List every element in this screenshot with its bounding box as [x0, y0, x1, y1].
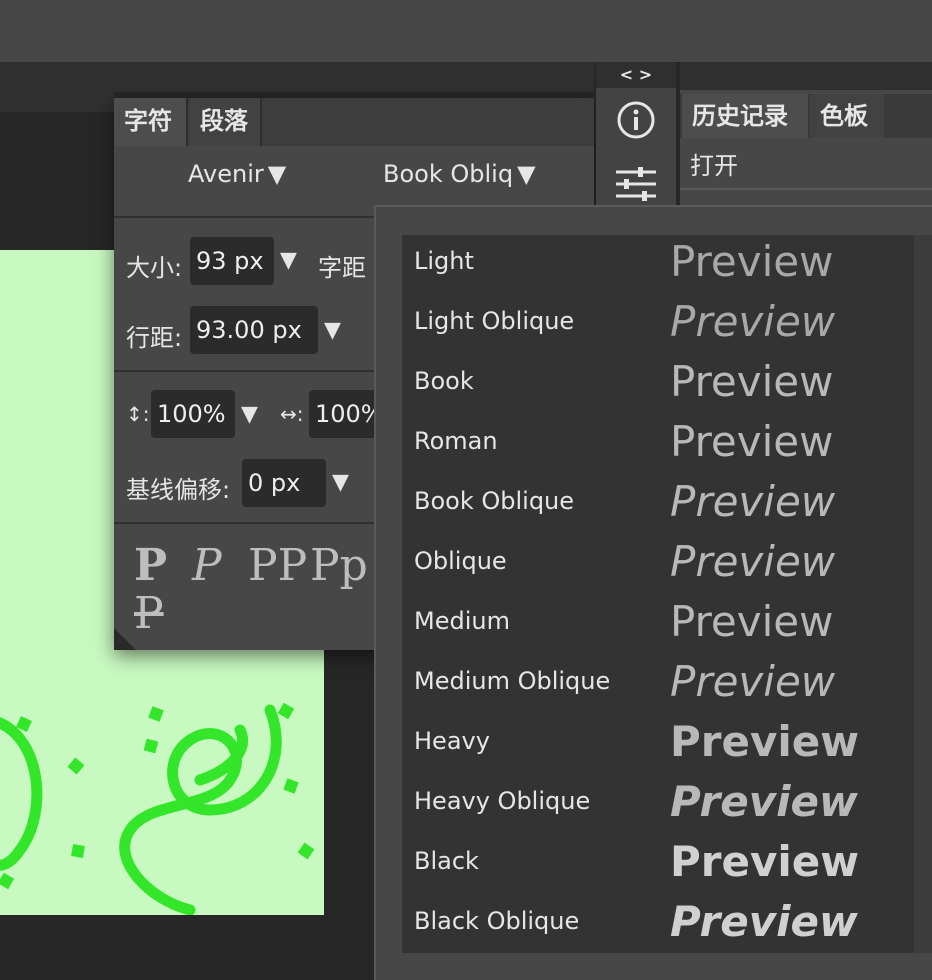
style-option-preview: Preview	[670, 777, 858, 826]
baseline-shift-label: 基线偏移:	[126, 476, 231, 504]
style-option-label: Medium Oblique	[414, 667, 611, 695]
vertical-scale-arrow[interactable]: ▼	[241, 402, 258, 427]
confetti-4	[67, 757, 85, 775]
style-option-label: Black	[414, 847, 479, 875]
confetti-3	[143, 738, 159, 754]
style-option-preview: Preview	[670, 537, 836, 586]
font-style-dropdown[interactable]: Book Obliq ▼	[383, 160, 536, 188]
style-option[interactable]: Medium Oblique Preview	[402, 655, 914, 715]
all-caps-button[interactable]: PP	[248, 540, 307, 591]
small-caps-button[interactable]: Pp	[310, 540, 368, 591]
style-option-label: Roman	[414, 427, 498, 455]
character-panel-tabs: 字符 段落	[114, 98, 594, 146]
confetti-7	[297, 842, 315, 860]
strikethrough-button[interactable]: P	[134, 588, 164, 639]
vertical-scale-label: ↕:	[126, 402, 150, 426]
baseline-shift-input[interactable]: 0 px	[242, 459, 326, 507]
confetti-1	[148, 706, 164, 722]
style-option-preview: Preview	[670, 297, 836, 346]
style-option[interactable]: Book Preview	[402, 355, 914, 415]
document-tab-strip	[0, 92, 114, 112]
tab-paragraph[interactable]: 段落	[190, 98, 262, 146]
confetti-9	[0, 872, 15, 890]
style-option-preview: Preview	[670, 477, 836, 526]
confetti-8	[71, 844, 85, 858]
style-option-preview: Preview	[670, 837, 860, 886]
panel-icon-strip: < >	[596, 62, 676, 210]
swirl-left	[0, 717, 43, 871]
style-option-label: Book Oblique	[414, 487, 575, 515]
font-style-list: Light Preview Light Oblique Preview Book Prev…	[402, 235, 914, 953]
style-option[interactable]: Heavy Oblique Preview	[402, 775, 914, 835]
baseline-shift-arrow[interactable]: ▼	[332, 470, 349, 495]
style-option-label: Black Oblique	[414, 907, 580, 935]
style-option-preview: Preview	[670, 897, 858, 946]
leading-input[interactable]: 93.00 px	[190, 306, 318, 354]
faux-italic-button[interactable]: P	[192, 540, 222, 591]
leading-label: 行距:	[126, 324, 183, 352]
style-option-preview: Preview	[670, 597, 834, 646]
font-family-value: Avenir	[188, 160, 264, 188]
resize-handle[interactable]	[114, 628, 136, 650]
faux-bold-button[interactable]: P	[134, 540, 167, 591]
history-panel: 历史记录 色板 打开	[680, 62, 932, 210]
chevron-down-icon: ▼	[517, 160, 536, 188]
style-option-label: Light Oblique	[414, 307, 575, 335]
horizontal-scale-input[interactable]: 100%	[309, 390, 384, 438]
info-icon[interactable]	[616, 100, 656, 144]
font-style-value: Book Obliq	[383, 160, 514, 188]
style-option[interactable]: Black Preview	[402, 835, 914, 895]
tracking-label: 字距	[318, 254, 366, 282]
style-option-label: Medium	[414, 607, 510, 635]
collapse-toggle[interactable]: < >	[596, 62, 676, 88]
horizontal-scale-label: ↔:	[280, 402, 304, 426]
tab-character[interactable]: 字符	[114, 98, 188, 146]
tab-swatches[interactable]: 色板	[810, 94, 884, 138]
history-panel-header	[680, 62, 932, 90]
sliders-icon[interactable]	[614, 164, 658, 208]
tab-history[interactable]: 历史记录	[682, 94, 808, 138]
chevron-down-icon: ▼	[267, 160, 287, 188]
popup-scrollbar[interactable]	[914, 235, 932, 953]
style-option[interactable]: Book Oblique Preview	[402, 475, 914, 535]
style-option[interactable]: Black Oblique Preview	[402, 895, 914, 955]
style-option-preview: Preview	[670, 417, 834, 466]
font-style-popup: Light Preview Light Oblique Preview Book Prev…	[374, 205, 932, 980]
top-bar	[0, 0, 932, 62]
style-option-label: Oblique	[414, 547, 507, 575]
confetti-2	[277, 702, 295, 720]
style-option[interactable]: Oblique Preview	[402, 535, 914, 595]
style-option[interactable]: Light Oblique Preview	[402, 295, 914, 355]
style-option-preview: Preview	[670, 657, 836, 706]
style-option[interactable]: Light Preview	[402, 235, 914, 295]
history-item[interactable]: 打开	[690, 146, 738, 181]
font-row: Avenir ▼ Book Obliq ▼	[114, 146, 594, 214]
style-option-label: Book	[414, 367, 474, 395]
divider	[680, 188, 932, 190]
confetti-6	[283, 778, 299, 794]
style-option[interactable]: Roman Preview	[402, 415, 914, 475]
leading-dropdown-arrow[interactable]: ▼	[324, 318, 341, 343]
size-input[interactable]: 93 px	[190, 237, 274, 285]
style-option-preview: Preview	[670, 717, 860, 766]
size-label: 大小:	[126, 254, 183, 282]
font-family-dropdown[interactable]: Avenir ▼	[188, 160, 286, 188]
style-option-preview: Preview	[670, 357, 834, 406]
vertical-scale-input[interactable]: 100%	[151, 390, 235, 438]
style-option-label: Light	[414, 247, 474, 275]
style-option[interactable]: Medium Preview	[402, 595, 914, 655]
options-bar	[0, 62, 594, 92]
style-option[interactable]: Heavy Preview	[402, 715, 914, 775]
style-option-preview: Preview	[670, 237, 834, 286]
style-option-label: Heavy	[414, 727, 490, 755]
style-option-label: Heavy Oblique	[414, 787, 591, 815]
size-dropdown-arrow[interactable]: ▼	[280, 248, 297, 273]
